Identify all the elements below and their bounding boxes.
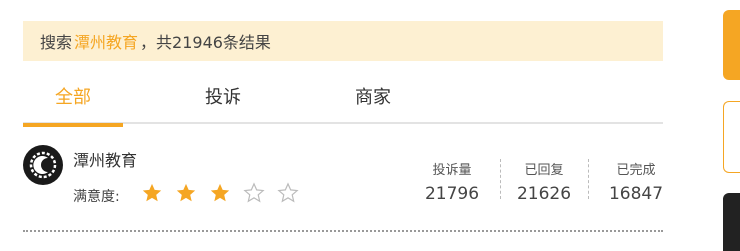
stat-label: 已完成 [616, 163, 656, 178]
merchant-card[interactable]: 潭州教育 满意度: 投诉量 21796 已回复 21626 已完成 16847 [23, 125, 663, 232]
stat-value: 21796 [424, 184, 480, 204]
stat-replied: 已回复 21626 [507, 159, 581, 205]
side-panel-dark[interactable] [723, 193, 740, 251]
satisfaction-rating [139, 180, 301, 206]
search-result-count: ，共21946条结果 [140, 33, 271, 52]
merchant-logo[interactable] [23, 145, 63, 185]
stat-divider [588, 159, 589, 199]
merchant-name[interactable]: 潭州教育 [73, 147, 137, 171]
search-keyword[interactable]: 潭州教育 [74, 29, 138, 53]
star-icon [139, 180, 165, 206]
satisfaction-label: 满意度: [73, 189, 120, 205]
stat-label: 已回复 [524, 163, 564, 178]
stat-complaints: 投诉量 21796 [415, 159, 489, 205]
star-outline-icon [241, 180, 267, 206]
stat-divider [500, 159, 501, 199]
side-panel-orange[interactable] [723, 10, 740, 80]
merchant-logo-icon [29, 151, 57, 179]
tab-complaints[interactable]: 投诉 [193, 68, 253, 124]
side-panel-outline[interactable] [723, 101, 740, 173]
search-prefix: 搜索 [40, 33, 73, 52]
star-outline-icon [275, 180, 301, 206]
stat-label: 投诉量 [432, 163, 472, 178]
stat-completed: 已完成 16847 [599, 159, 673, 205]
tab-merchants[interactable]: 商家 [343, 68, 403, 124]
star-icon [207, 180, 233, 206]
result-tabs: 全部 投诉 商家 [23, 68, 663, 127]
stat-value: 21626 [516, 184, 572, 204]
star-icon [173, 180, 199, 206]
search-result-banner: 搜索 潭州教育 ，共21946条结果 [23, 21, 663, 61]
tab-all[interactable]: 全部 [23, 68, 123, 127]
stat-value: 16847 [608, 184, 664, 204]
